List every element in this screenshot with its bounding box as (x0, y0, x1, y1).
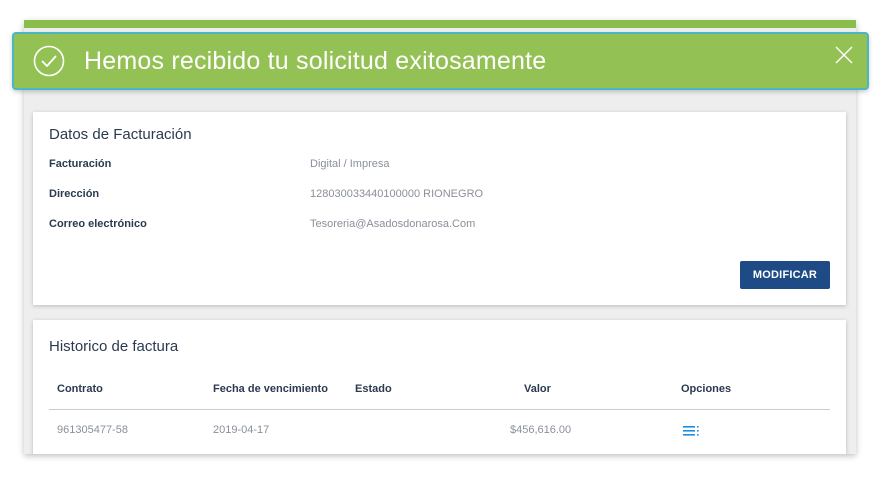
page-top-bar (24, 20, 856, 28)
billing-value-facturacion: Digital / Impresa (310, 158, 390, 170)
check-circle-icon (33, 45, 65, 77)
column-header-opciones: Opciones (681, 383, 732, 395)
close-icon[interactable] (835, 46, 853, 64)
toast-message: Hemos recibido tu solicitud exitosamente (84, 47, 547, 75)
billing-card: Datos de Facturación Facturación Digital… (33, 112, 846, 305)
success-toast: Hemos recibido tu solicitud exitosamente (12, 32, 869, 90)
list-menu-icon[interactable] (683, 426, 701, 436)
billing-value-correo: Tesoreria@Asadosdonarosa.Com (310, 218, 476, 230)
cell-contrato: 961305477-58 (57, 424, 128, 436)
history-title: Historico de factura (49, 338, 179, 355)
billing-label-facturacion: Facturación (49, 158, 112, 170)
billing-label-correo: Correo electrónico (49, 218, 147, 230)
billing-label-direccion: Dirección (49, 188, 100, 200)
history-card: Historico de factura Contrato Fecha de v… (33, 320, 846, 454)
cell-valor: $456,616.00 (510, 424, 572, 436)
column-header-fecha: Fecha de vencimiento (213, 383, 328, 395)
billing-title: Datos de Facturación (49, 126, 192, 143)
table-header-divider (49, 409, 830, 410)
cell-fecha: 2019-04-17 (213, 424, 270, 436)
modify-button[interactable]: MODIFICAR (740, 261, 830, 289)
column-header-contrato: Contrato (57, 383, 103, 395)
column-header-estado: Estado (355, 383, 392, 395)
billing-value-direccion: 128030033440100000 RIONEGRO (310, 188, 484, 200)
column-header-valor: Valor (524, 383, 551, 395)
